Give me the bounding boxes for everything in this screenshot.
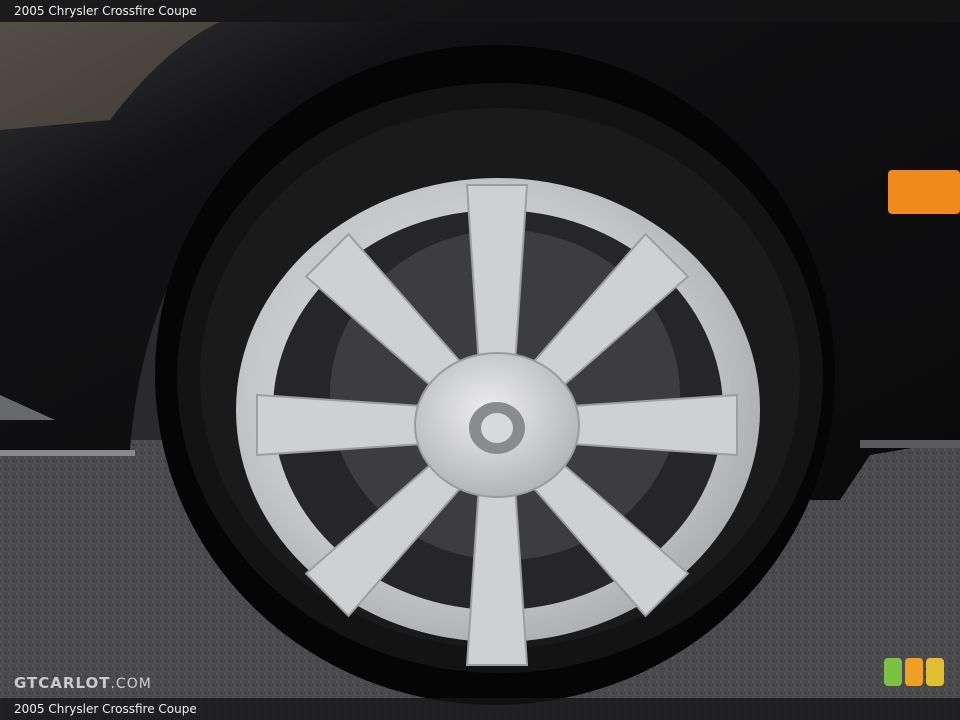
rating-badges	[884, 658, 946, 688]
wheel-photo	[0, 0, 960, 720]
orange-badge-icon	[905, 658, 923, 686]
photo-caption: 2005 Chrysler Crossfire Coupe	[14, 702, 197, 716]
yellow-badge-icon	[926, 658, 944, 686]
watermark-suffix: .COM	[110, 676, 152, 692]
title-bar: 2005 Chrysler Crossfire Coupe	[0, 0, 960, 22]
watermark: GTCARLOT.COM	[14, 674, 152, 692]
watermark-brand: GTCARLOT	[14, 674, 111, 692]
page-title: 2005 Chrysler Crossfire Coupe	[14, 4, 197, 18]
caption-bar: 2005 Chrysler Crossfire Coupe	[0, 698, 960, 720]
green-badge-icon	[884, 658, 902, 686]
photo-frame: 2005 Chrysler Crossfire Coupe GTCARLOT.C…	[0, 0, 960, 720]
